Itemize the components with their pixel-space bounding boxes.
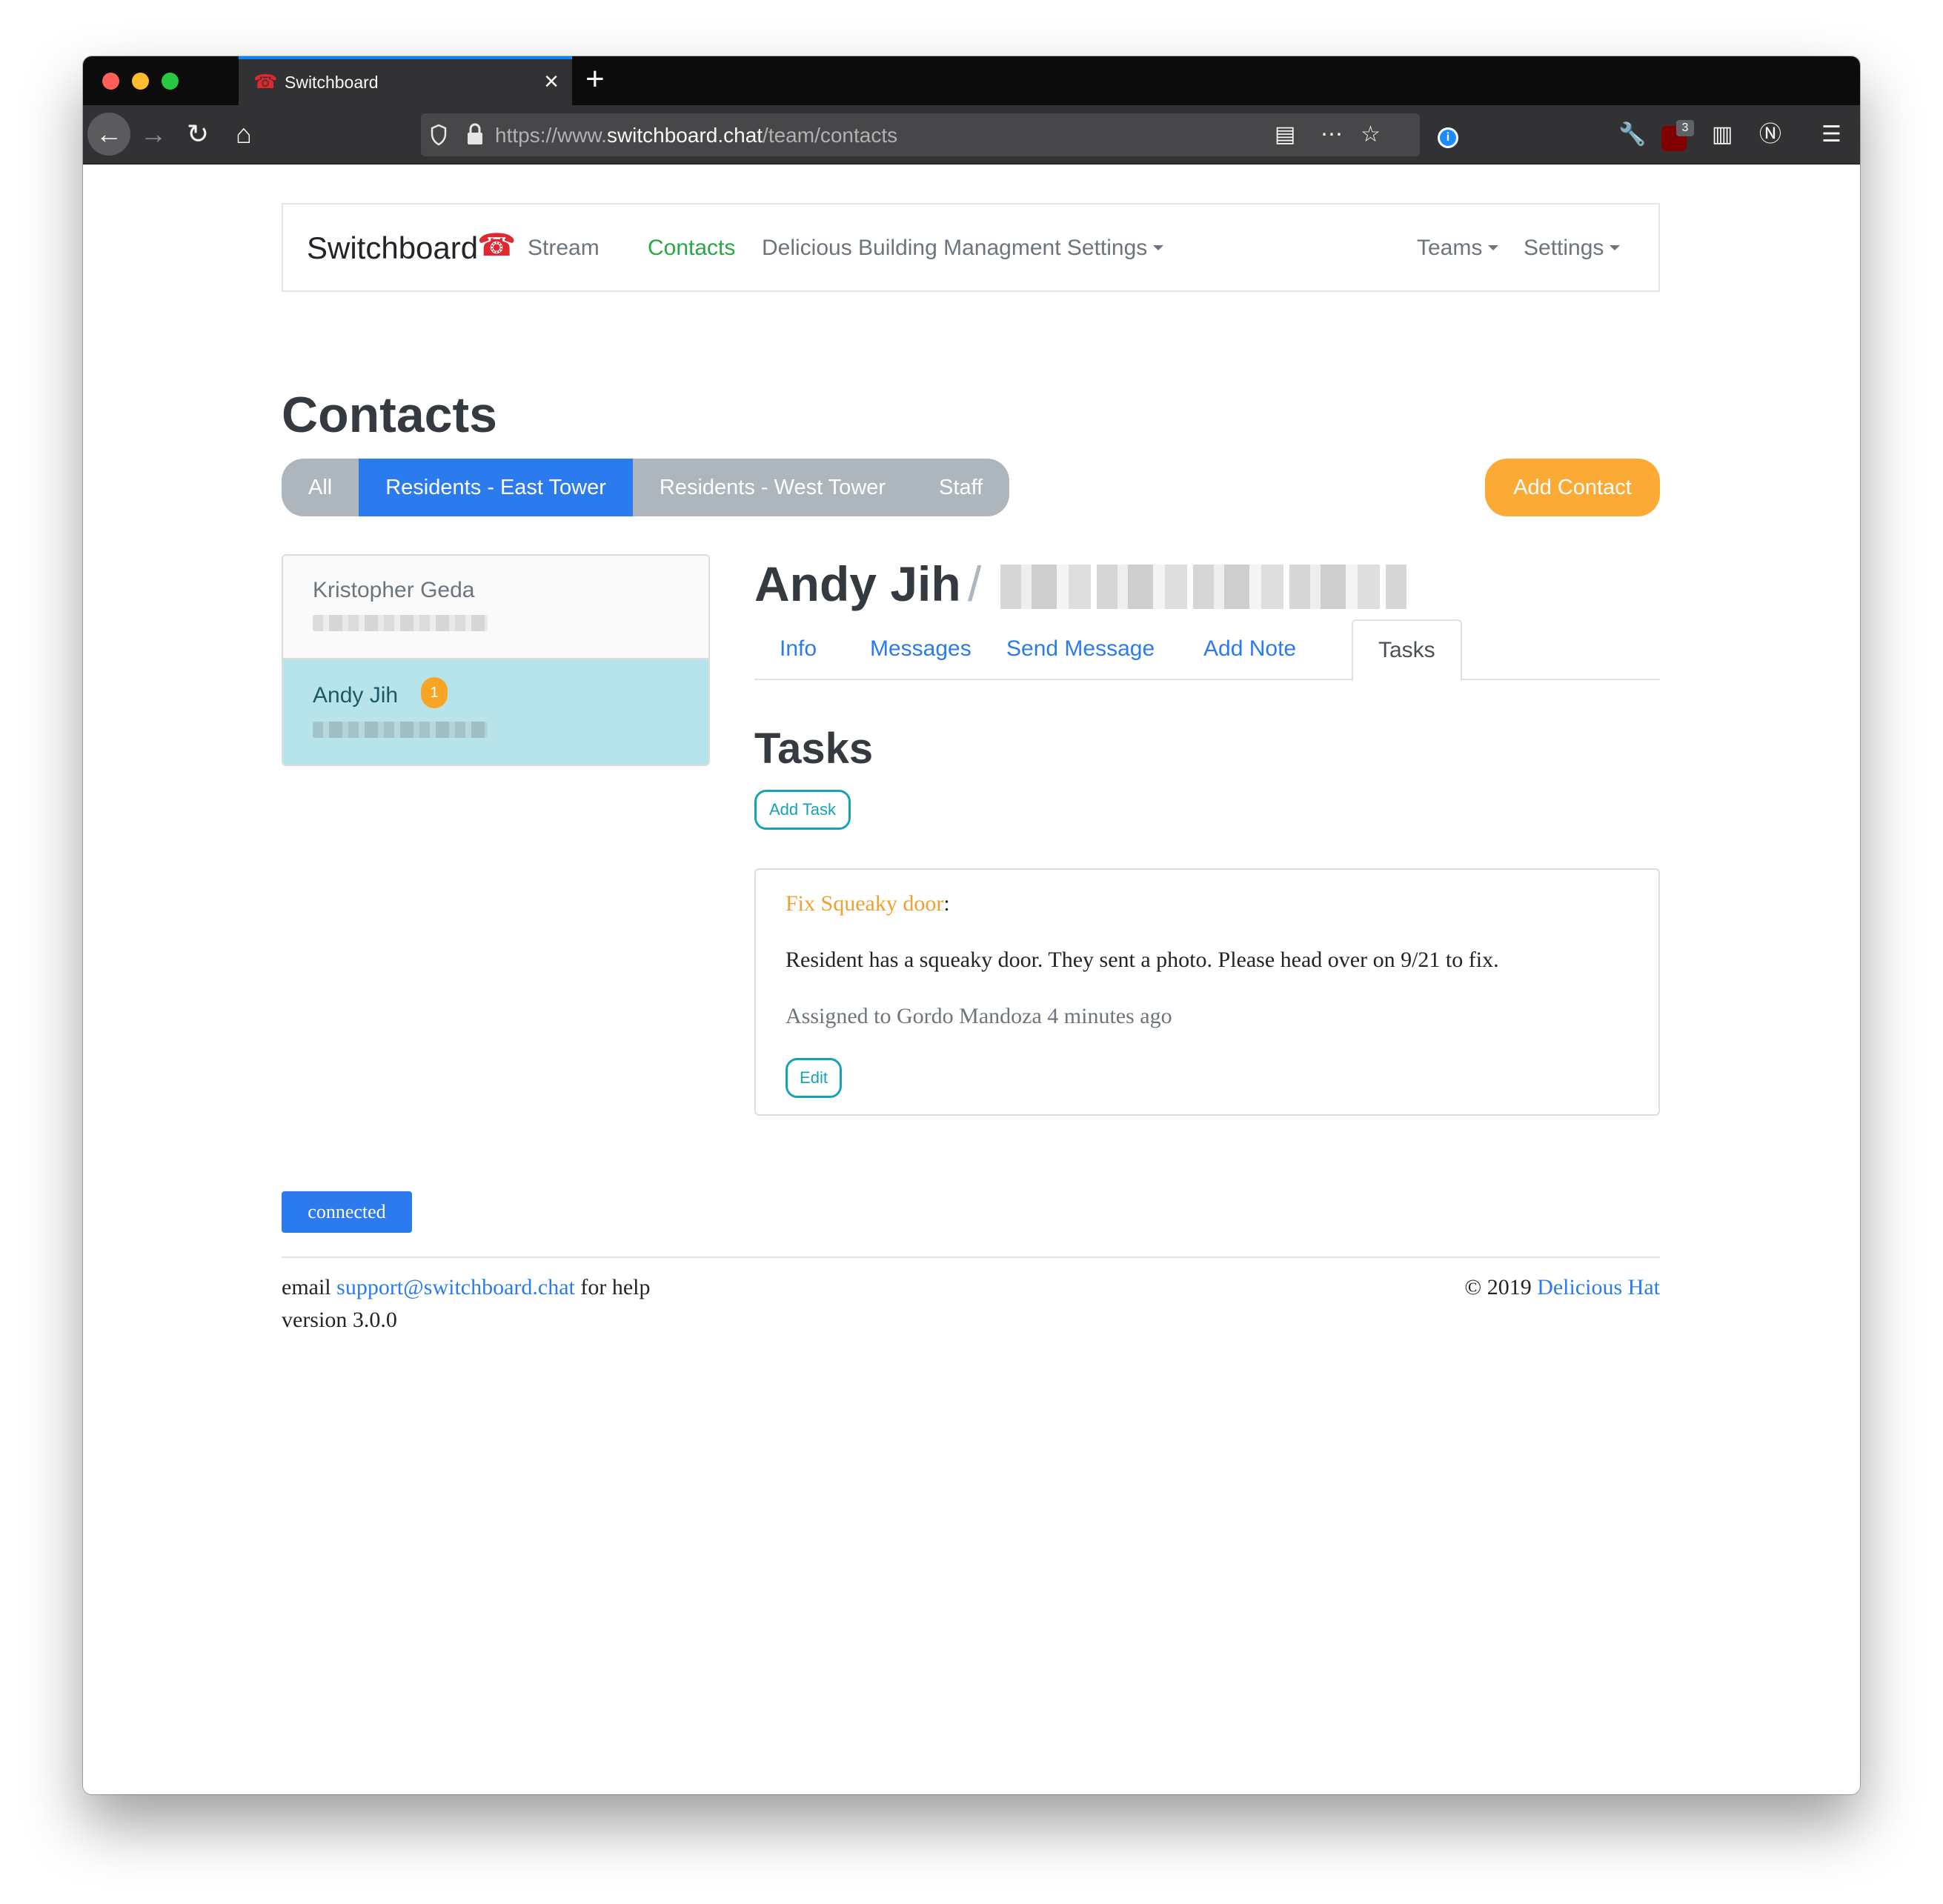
browser-window: ☎ Switchboard × + ← → ↻ ⌂ https://www.sw… bbox=[83, 56, 1860, 1794]
tab-bar: ☎ Switchboard × + bbox=[83, 56, 1860, 105]
footer-divider bbox=[282, 1256, 1660, 1258]
edit-task-button[interactable]: Edit bbox=[785, 1058, 842, 1098]
address-bar[interactable]: https://www.switchboard.chat/team/contac… bbox=[421, 113, 1420, 156]
page-title: Contacts bbox=[282, 387, 497, 443]
task-title-colon: : bbox=[943, 891, 950, 916]
footer-email-prefix: email bbox=[282, 1275, 337, 1299]
task-title-link[interactable]: Fix Squeaky door bbox=[785, 891, 943, 916]
tab-add-note[interactable]: Add Note bbox=[1203, 634, 1296, 664]
close-tab-icon[interactable]: × bbox=[544, 67, 559, 96]
telephone-icon: ☎ bbox=[477, 227, 517, 262]
nav-dropdown-building-settings-label: Delicious Building Managment Settings bbox=[762, 236, 1148, 260]
section-title: Tasks bbox=[754, 725, 874, 773]
url-path: /team/contacts bbox=[763, 124, 898, 147]
site-navbar: Switchboard ☎ Stream Contacts Delicious … bbox=[282, 203, 1660, 292]
home-icon[interactable]: ⌂ bbox=[222, 113, 265, 156]
footer-help: email support@switchboard.chat for help bbox=[282, 1273, 651, 1302]
url-prefix: https://www. bbox=[495, 124, 607, 147]
redacted-phone-number bbox=[313, 615, 488, 631]
telephone-icon: ☎ bbox=[253, 70, 278, 93]
contact-detail-tabs: Info Messages Send Message Add Note Task… bbox=[754, 619, 1660, 682]
bookmark-star-icon[interactable]: ☆ bbox=[1361, 121, 1381, 149]
new-tab-button[interactable]: + bbox=[585, 61, 605, 98]
footer-version: version 3.0.0 bbox=[282, 1308, 397, 1332]
shield-icon[interactable] bbox=[430, 124, 448, 146]
browser-tab[interactable]: ☎ Switchboard × bbox=[239, 56, 572, 105]
lock-icon[interactable] bbox=[465, 122, 485, 146]
add-contact-button[interactable]: Add Contact bbox=[1485, 459, 1660, 516]
contact-list: Kristopher Geda Andy Jih 1 bbox=[282, 554, 710, 766]
contact-list-item-active[interactable]: Andy Jih 1 bbox=[283, 659, 708, 765]
title-separator: / bbox=[968, 556, 982, 611]
filter-east-tower-button[interactable]: Residents - East Tower bbox=[359, 459, 633, 516]
tab-messages[interactable]: Messages bbox=[870, 634, 972, 664]
nav-link-contacts[interactable]: Contacts bbox=[648, 234, 735, 262]
task-description: Resident has a squeaky door. They sent a… bbox=[785, 948, 1499, 972]
nav-dropdown-building-settings[interactable]: Delicious Building Managment Settings bbox=[762, 234, 1163, 262]
zoom-window-button[interactable] bbox=[162, 73, 179, 90]
redacted-phone-number bbox=[313, 722, 488, 738]
tab-title: Switchboard bbox=[285, 73, 379, 92]
unread-count-badge: 1 bbox=[421, 677, 448, 708]
contact-filter-group: All Residents - East Tower Residents - W… bbox=[282, 459, 1010, 516]
hamburger-menu-icon[interactable]: ☰ bbox=[1821, 120, 1841, 150]
connection-status-badge: connected bbox=[282, 1191, 412, 1233]
minimize-window-button[interactable] bbox=[132, 73, 149, 90]
nav-dropdown-settings-label: Settings bbox=[1524, 236, 1604, 260]
password-manager-icon[interactable]: i bbox=[1438, 127, 1458, 148]
fence-extension-icon[interactable]: ▥ bbox=[1712, 120, 1733, 150]
url-host: switchboard.chat bbox=[606, 124, 763, 147]
contact-list-item[interactable]: Kristopher Geda bbox=[283, 556, 708, 659]
contact-name: Andy Jih bbox=[313, 683, 399, 708]
back-arrow-icon[interactable]: ← bbox=[87, 113, 130, 156]
redacted-contact-number bbox=[1000, 565, 1406, 609]
forward-arrow-icon[interactable]: → bbox=[132, 113, 175, 156]
copyright-text: © 2019 bbox=[1464, 1275, 1538, 1299]
tab-send-message[interactable]: Send Message bbox=[1006, 634, 1155, 664]
notion-icon[interactable]: Ⓝ bbox=[1759, 120, 1781, 150]
close-window-button[interactable] bbox=[102, 73, 119, 90]
task-title: Fix Squeaky door: bbox=[785, 889, 950, 919]
tab-info[interactable]: Info bbox=[780, 634, 817, 664]
page-content: Switchboard ☎ Stream Contacts Delicious … bbox=[83, 164, 1860, 1794]
filter-staff-button[interactable]: Staff bbox=[912, 459, 1009, 516]
wrench-icon[interactable]: 🔧 bbox=[1618, 120, 1646, 150]
filter-all-button[interactable]: All bbox=[282, 459, 359, 516]
add-task-button[interactable]: Add Task bbox=[754, 790, 851, 830]
reload-icon[interactable]: ↻ bbox=[176, 113, 219, 156]
reader-view-icon[interactable]: ▤ bbox=[1275, 121, 1295, 149]
company-link[interactable]: Delicious Hat bbox=[1537, 1275, 1660, 1299]
contact-detail-name: Andy Jih bbox=[754, 556, 961, 611]
footer-email-suffix: for help bbox=[574, 1275, 651, 1299]
footer-copyright: © 2019 Delicious Hat bbox=[1464, 1273, 1660, 1302]
filter-west-tower-button[interactable]: Residents - West Tower bbox=[633, 459, 912, 516]
tab-tasks[interactable]: Tasks bbox=[1352, 619, 1462, 682]
nav-dropdown-teams-label: Teams bbox=[1417, 236, 1483, 260]
nav-link-stream[interactable]: Stream bbox=[528, 234, 599, 262]
task-card: Fix Squeaky door: Resident has a squeaky… bbox=[754, 868, 1660, 1116]
nav-dropdown-settings[interactable]: Settings bbox=[1524, 234, 1620, 262]
url-text[interactable]: https://www.switchboard.chat/team/contac… bbox=[495, 124, 897, 147]
page-actions-icon[interactable]: ⋯ bbox=[1321, 121, 1343, 149]
brand-link[interactable]: Switchboard bbox=[307, 230, 478, 267]
task-assignment: Assigned to Gordo Mandoza 4 minutes ago bbox=[785, 1004, 1172, 1028]
browser-toolbar: ← → ↻ ⌂ https://www.switchboard.chat/tea… bbox=[83, 105, 1860, 164]
nav-dropdown-teams[interactable]: Teams bbox=[1417, 234, 1498, 262]
support-email-link[interactable]: support@switchboard.chat bbox=[336, 1275, 575, 1299]
contact-name: Kristopher Geda bbox=[313, 578, 475, 602]
ublock-count-badge: 3 bbox=[1676, 120, 1694, 136]
